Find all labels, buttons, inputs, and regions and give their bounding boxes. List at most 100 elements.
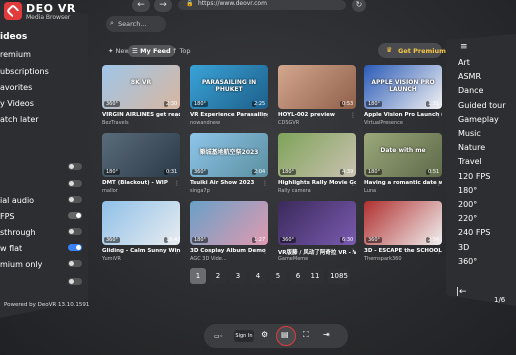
duration-badge: 1:31 [426, 101, 439, 107]
projection-badge: 360° [280, 237, 297, 243]
video-title[interactable]: Gliding - Calm Sunny Winter ... [102, 248, 180, 254]
video-title[interactable]: VIRGIN AIRLINES get ready for... [102, 112, 180, 118]
forward-button[interactable]: → [154, 0, 172, 12]
video-title[interactable]: VR Experience Parasailing ov... [190, 112, 268, 118]
sidebar-item-my-videos[interactable]: y Videos [0, 99, 34, 108]
page-button[interactable]: 3 [230, 268, 246, 284]
page-button[interactable]: 1 [190, 268, 206, 284]
more-options-icon[interactable]: ⋮ [174, 248, 180, 255]
video-author[interactable]: Luna [364, 188, 376, 194]
page-button[interactable]: 1085 [328, 268, 350, 284]
sparkle-icon: ✦ [108, 47, 116, 55]
video-author[interactable]: CDSGVR [278, 120, 299, 126]
spatial-audio-toggle[interactable] [68, 212, 82, 219]
page-button[interactable]: 2 [210, 268, 226, 284]
category-item[interactable]: 220° [458, 214, 477, 223]
video-title[interactable]: Having a romantic date with ... [364, 180, 442, 186]
reload-button[interactable]: ↻ [352, 0, 366, 12]
first-page-icon[interactable]: |← [456, 287, 467, 297]
more-options-icon[interactable]: ⋮ [174, 112, 180, 119]
fps-toggle[interactable] [68, 228, 82, 235]
filter-icon[interactable]: ≡ [460, 42, 468, 52]
category-item[interactable]: Music [458, 129, 481, 138]
more-options-icon[interactable]: ⋮ [350, 180, 356, 187]
page-button[interactable]: 11 [306, 268, 324, 284]
category-item[interactable]: 240 FPS [458, 228, 490, 237]
category-item[interactable]: 200° [458, 200, 477, 209]
projection-badge: 180° [192, 237, 209, 243]
more-options-icon[interactable]: ⋮ [350, 248, 356, 255]
category-item[interactable]: Art [458, 58, 470, 67]
category-item[interactable]: Travel [458, 157, 482, 166]
sidebar-item-subscriptions[interactable]: ubscriptions [0, 67, 49, 76]
forward-arrow-icon: → [159, 0, 167, 10]
thumbnail-overlay-text: PARASAILING IN PHUKET [201, 79, 257, 93]
video-author[interactable]: VirtualPresence [364, 120, 403, 126]
more-options-icon[interactable]: ⋮ [262, 248, 268, 255]
sidebar-item-favorites[interactable]: avorites [0, 83, 32, 92]
category-item[interactable]: Nature [458, 143, 485, 152]
video-title[interactable]: 3D - ESCAPE the SCHOOL - Tie ... [364, 248, 442, 254]
setting-toggle-2[interactable] [68, 180, 82, 187]
category-item[interactable]: 3D [458, 243, 469, 252]
more-options-icon[interactable]: ⋮ [262, 180, 268, 187]
category-item[interactable]: 360° [458, 257, 477, 266]
category-item[interactable]: 120 FPS [458, 172, 490, 181]
back-arrow-icon: ← [137, 0, 145, 10]
duration-badge: 0:31 [164, 169, 177, 175]
video-author[interactable]: singa7p [190, 188, 210, 194]
video-title[interactable]: 3D Cosplay Album Demo No.3 [190, 248, 268, 254]
page-button[interactable]: 6 [290, 268, 306, 284]
video-title[interactable]: VR版藤 / 风动了阿奇拉 VR - VR ... [278, 248, 356, 256]
duration-badge: 0:53 [340, 101, 353, 107]
duration-badge: 2:25 [252, 101, 265, 107]
sign-in-button[interactable]: Sign In [234, 330, 254, 342]
projection-badge: 180° [280, 169, 297, 175]
fullscreen-icon[interactable]: ⛶ [303, 330, 309, 340]
more-options-icon[interactable]: ⋮ [262, 112, 268, 119]
more-options-icon[interactable]: ⋮ [350, 112, 356, 119]
more-options-icon[interactable]: ⋮ [436, 248, 442, 255]
sidebar-item-watch-later[interactable]: atch later [0, 115, 39, 124]
category-item[interactable]: Dance [458, 86, 483, 95]
video-author[interactable]: YumiVR [102, 256, 121, 262]
more-options-icon[interactable]: ⋮ [436, 112, 442, 119]
page-button[interactable]: 4 [250, 268, 266, 284]
premium-only-toggle[interactable] [68, 278, 82, 285]
video-author[interactable]: AGC 3D Vide... [190, 256, 227, 262]
view-flat-toggle[interactable] [68, 260, 82, 267]
page-button[interactable]: 5 [270, 268, 286, 284]
video-author[interactable]: mallor [102, 188, 118, 194]
back-button[interactable]: ← [132, 0, 150, 12]
setting-label-fps: FPS [0, 212, 15, 221]
video-author[interactable]: GameMeme [278, 256, 308, 262]
video-title[interactable]: HOYL-002 preview [278, 112, 356, 118]
settings-gear-icon[interactable]: ⚙ [261, 330, 268, 339]
exit-icon[interactable]: ⇥ [323, 330, 330, 339]
thumbnail-overlay-text: APPLE VISION PRO LAUNCH [371, 79, 435, 93]
setting-label-premium-only: mium only [0, 260, 43, 269]
video-title[interactable]: Highlights Rally Movie Gorice ... [278, 180, 356, 186]
video-title[interactable]: Tsuiki Air Show 2023 [190, 180, 268, 186]
category-item[interactable]: Gameplay [458, 115, 499, 124]
video-author[interactable]: Rally camera [278, 188, 311, 194]
video-title[interactable]: DMT (Blackout) - WIP [102, 180, 180, 186]
tab-top[interactable]: ↑ Top [168, 45, 194, 57]
sidebar-item-premium[interactable]: remium [0, 50, 31, 59]
setting-toggle-3[interactable] [68, 196, 82, 203]
more-options-icon[interactable]: ⋮ [174, 180, 180, 187]
controller-icon[interactable]: ▭◦ [214, 333, 223, 340]
sidebar-item-videos[interactable]: ideos [0, 32, 27, 42]
passthrough-toggle[interactable] [68, 244, 82, 251]
video-author[interactable]: BezTravels [102, 120, 129, 126]
crown-icon: ♛ [386, 46, 393, 54]
category-item[interactable]: ASMR [458, 72, 481, 81]
video-author[interactable]: Themspark360 [364, 256, 402, 262]
video-title[interactable]: Apple Vision Pro Launch (VR... [364, 112, 442, 118]
more-options-icon[interactable]: ⋮ [436, 180, 442, 187]
folder-icon: ▤ [281, 330, 289, 339]
setting-toggle-1[interactable] [68, 163, 82, 170]
category-item[interactable]: Guided tour [458, 101, 506, 110]
video-author[interactable]: nowandnew [190, 120, 220, 126]
category-item[interactable]: 180° [458, 186, 477, 195]
